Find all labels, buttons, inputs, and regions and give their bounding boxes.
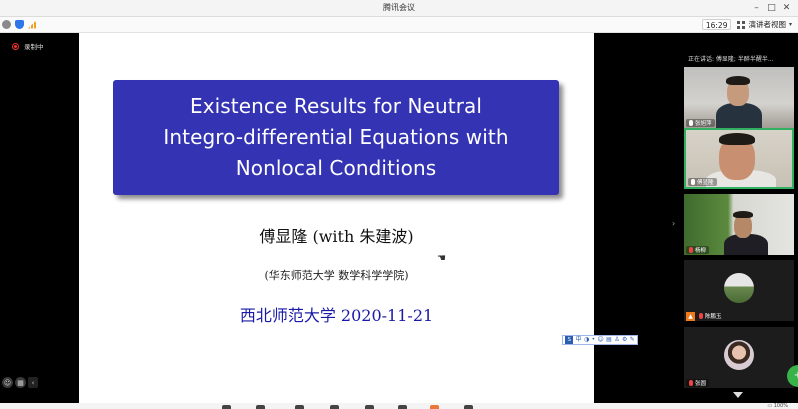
speaking-indicator: 正在讲话: 傅显隆; 半醉半醒半... (681, 52, 798, 64)
slide-venue: 西北师范大学 (239, 306, 336, 325)
participant-avatar (724, 273, 754, 303)
participant-name-text: 杨柳 (695, 248, 707, 254)
window-controls: – □ ✕ (749, 1, 794, 15)
emoji-icon[interactable]: ☺ (2, 377, 13, 388)
dot-icon[interactable]: • (592, 336, 596, 344)
toolbar-right: 16:29 演讲者视图 ▾ (701, 19, 792, 30)
floating-input-toolbar[interactable]: S 中 ◑ • ☺ ▤ ♙ ⚙ ✎ (562, 335, 638, 345)
mic-muted-icon (689, 380, 693, 386)
slide-affiliation: (华东师范大学 数学科学学院) (264, 269, 409, 282)
chevron-left-icon[interactable]: ‹ (28, 377, 38, 388)
recording-indicator[interactable]: 录制中 (12, 41, 44, 51)
shared-slide: Existence Results for Neutral Integro-di… (79, 33, 594, 403)
participant-name: ▲ 陈鹏玉 (686, 311, 725, 321)
signal-icon[interactable] (28, 20, 36, 29)
keyboard-icon[interactable]: ▤ (606, 336, 612, 344)
slide-title-line-2: Integro-differential Equations with (163, 125, 509, 149)
meeting-toolbar: 16:29 演讲者视图 ▾ (0, 17, 798, 33)
title-bar: 腾讯会议 – □ ✕ (0, 0, 798, 17)
participant-tile[interactable]: 张旭萍 (684, 67, 794, 128)
slide-title-line-1: Existence Results for Neutral (189, 94, 483, 118)
camera-icon[interactable] (256, 405, 265, 409)
close-button[interactable]: ✕ (779, 1, 794, 15)
participant-name: 杨柳 (686, 246, 710, 254)
participant-name-text: 傅显隆 (697, 180, 714, 186)
participant-hair (726, 76, 750, 85)
info-icon[interactable] (2, 20, 11, 29)
mic-icon (689, 120, 693, 126)
bottom-toolbar: ▭ 100% (0, 403, 798, 409)
participant-name: 张圆 (686, 379, 710, 387)
smiley-icon[interactable]: ☺ (598, 336, 604, 344)
settings-icon[interactable]: ⚙ (622, 336, 627, 344)
participant-name-text: 陈鹏玉 (705, 314, 722, 320)
moon-icon[interactable]: ◑ (584, 336, 589, 344)
recording-label: 录制中 (24, 43, 44, 51)
participant-name-text: 张旭萍 (695, 121, 712, 127)
record-icon[interactable] (430, 405, 439, 409)
shield-icon[interactable] (15, 20, 24, 29)
share-screen-icon[interactable] (295, 405, 304, 409)
mic-muted-icon (689, 247, 693, 253)
participant-name: 张旭萍 (686, 119, 715, 127)
window-title: 腾讯会议 (383, 3, 415, 12)
maximize-button[interactable]: □ (764, 1, 779, 15)
minimize-button[interactable]: – (749, 1, 764, 15)
participant-tile[interactable]: 杨柳 (684, 194, 794, 255)
user-icon[interactable]: ♙ (614, 336, 619, 344)
meeting-time: 16:29 (701, 19, 732, 30)
host-badge-icon: ▲ (686, 311, 695, 321)
toolbar-left-icons (2, 20, 36, 29)
participant-body (716, 103, 762, 128)
zoom-indicator: ▭ 100% (767, 403, 788, 409)
slide-venue-date: 西北师范大学 2020-11-21 (79, 302, 594, 326)
slide-title-line-3: Nonlocal Conditions (235, 156, 437, 180)
mic-muted-icon (699, 313, 703, 319)
scroll-down-icon[interactable] (733, 392, 743, 398)
participant-tile-active[interactable]: 傅显隆 (684, 128, 794, 189)
participant-name: 傅显隆 (688, 178, 717, 186)
participant-avatar (724, 340, 754, 370)
view-label: 演讲者视图 (748, 20, 786, 29)
hand-cursor-icon: ☚ (437, 253, 446, 264)
record-icon (12, 42, 19, 50)
slide-date: 2020-11-21 (340, 306, 434, 325)
pen-icon[interactable]: ✎ (630, 336, 635, 344)
mic-icon (691, 179, 695, 185)
slide-author: 傅显隆 (with 朱建波) (259, 227, 414, 246)
participant-tile[interactable]: 张圆 (684, 327, 794, 388)
invite-icon[interactable] (330, 405, 339, 409)
members-icon[interactable] (365, 405, 374, 409)
participant-tile[interactable]: ▲ 陈鹏玉 (684, 260, 794, 321)
meeting-window: 腾讯会议 – □ ✕ 16:29 演讲者视图 ▾ 录制中 ☺ ▦ ‹ Exist… (0, 0, 798, 409)
grid-icon (737, 20, 746, 29)
view-switch-button[interactable]: 演讲者视图 ▾ (737, 19, 792, 30)
participant-name-text: 张圆 (695, 381, 707, 387)
slide-title-box: Existence Results for Neutral Integro-di… (113, 80, 559, 195)
chevron-right-icon[interactable]: › (672, 219, 675, 228)
bottom-left-controls: ☺ ▦ ‹ (2, 377, 38, 388)
chat-icon[interactable] (398, 405, 407, 409)
mic-icon[interactable] (222, 405, 231, 409)
ime-chinese-mode[interactable]: 中 (576, 336, 582, 344)
chevron-down-icon: ▾ (788, 21, 792, 28)
speaking-text: 正在讲话: 傅显隆; 半醉半醒半... (688, 55, 774, 63)
settings-icon[interactable] (464, 405, 473, 409)
keyboard-icon[interactable]: ▦ (15, 377, 26, 388)
participant-hair (719, 133, 755, 145)
ime-logo-icon[interactable]: S (565, 336, 574, 344)
participant-hair (733, 211, 753, 218)
